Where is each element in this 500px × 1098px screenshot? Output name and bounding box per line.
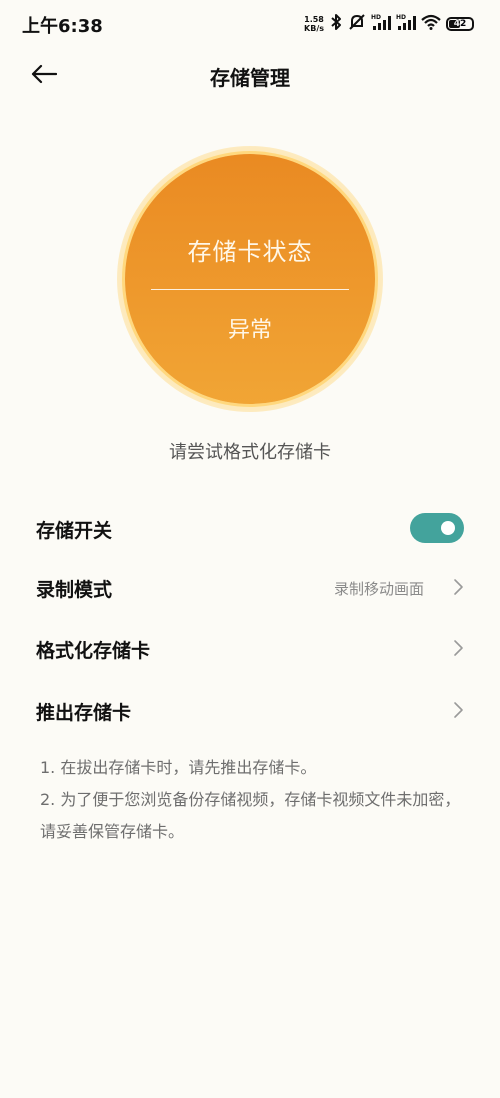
network-speed-value: 1.58 — [304, 15, 324, 24]
circle-divider — [151, 289, 349, 290]
format-card-label: 格式化存储卡 — [36, 640, 151, 662]
header: 存储管理 — [0, 48, 500, 104]
record-mode-row[interactable]: 录制模式 录制移动画面 — [0, 559, 500, 615]
page-title: 存储管理 — [210, 66, 290, 90]
svg-text:HD: HD — [396, 14, 406, 21]
format-card-row[interactable]: 格式化存储卡 — [0, 620, 500, 676]
signal-icon: HD — [396, 13, 416, 35]
svg-text:HD: HD — [371, 14, 381, 21]
storage-notes: 1. 在拔出存储卡时，请先推出存储卡。 2. 为了便于您浏览备份存储视频，存储卡… — [40, 752, 470, 848]
battery-level: 42 — [453, 19, 467, 29]
mute-icon — [348, 13, 366, 35]
eject-card-label: 推出存储卡 — [36, 702, 132, 724]
note-line-2: 2. 为了便于您浏览备份存储视频，存储卡视频文件未加密，请妥善保管存储卡。 — [40, 790, 461, 841]
storage-status-value: 异常 — [227, 318, 272, 343]
wifi-icon — [421, 14, 441, 34]
storage-status-glow: 存储卡状态 异常 — [117, 146, 383, 412]
storage-switch-label: 存储开关 — [36, 520, 113, 542]
record-mode-label: 录制模式 — [36, 579, 113, 601]
toggle-knob — [441, 521, 455, 535]
storage-switch-toggle[interactable] — [410, 513, 464, 543]
chevron-right-icon — [450, 638, 466, 658]
storage-management-page: 上午6:38 1.58 KB/s HD HD 42 存储管理 存储卡状态 异常 … — [0, 0, 500, 1098]
chevron-right-icon — [450, 577, 466, 597]
battery-icon: 42 — [446, 17, 474, 31]
network-speed: 1.58 KB/s — [304, 15, 324, 33]
chevron-right-icon — [450, 700, 466, 720]
status-bar: 上午6:38 1.58 KB/s HD HD 42 — [0, 0, 500, 48]
signal-icon: HD — [371, 13, 391, 35]
eject-card-row[interactable]: 推出存储卡 — [0, 682, 500, 738]
storage-switch-row: 存储开关 — [0, 500, 500, 556]
status-time: 上午6:38 — [22, 16, 103, 37]
format-hint: 请尝试格式化存储卡 — [169, 442, 331, 463]
network-speed-unit: KB/s — [304, 24, 324, 33]
storage-status-circle: 存储卡状态 异常 — [125, 154, 375, 404]
note-line-1: 1. 在拔出存储卡时，请先推出存储卡。 — [40, 758, 317, 777]
storage-status-title: 存储卡状态 — [187, 238, 313, 266]
status-icons: 1.58 KB/s HD HD 42 — [304, 13, 474, 35]
record-mode-value: 录制移动画面 — [333, 580, 424, 598]
bluetooth-icon — [329, 13, 343, 35]
